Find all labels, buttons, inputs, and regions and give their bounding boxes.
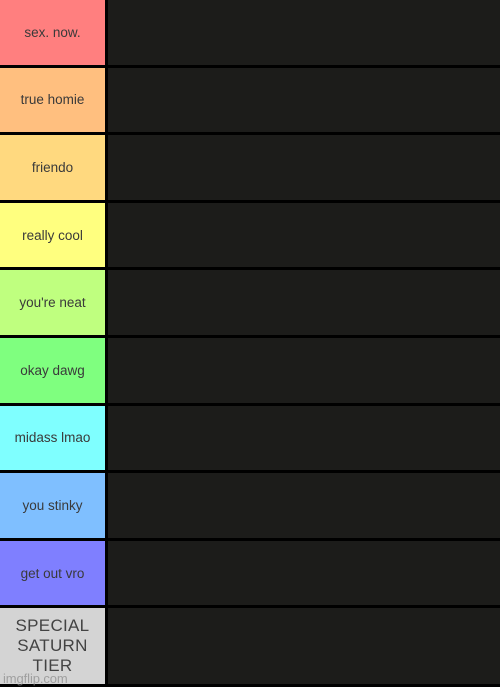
- tier-row: sex. now.: [0, 0, 500, 68]
- tier-label[interactable]: true homie: [0, 67, 108, 133]
- tier-row: get out vro: [0, 540, 500, 609]
- tier-list: sex. now. true homie friendo really cool you…: [0, 0, 500, 687]
- tier-dropzone[interactable]: [108, 540, 500, 606]
- tier-label[interactable]: sex. now.: [0, 0, 108, 65]
- tier-row: really cool: [0, 202, 500, 271]
- tier-label[interactable]: you stinky: [0, 473, 108, 538]
- tier-dropzone[interactable]: [108, 270, 500, 336]
- tier-dropzone[interactable]: [108, 473, 500, 538]
- tier-dropzone[interactable]: [108, 67, 500, 133]
- tier-row: you stinky: [0, 473, 500, 541]
- tier-dropzone[interactable]: [108, 608, 500, 685]
- tier-label[interactable]: get out vro: [0, 540, 108, 606]
- tier-row: okay dawg: [0, 338, 500, 406]
- tier-dropzone[interactable]: [108, 0, 500, 65]
- tier-dropzone[interactable]: [108, 338, 500, 403]
- tier-dropzone[interactable]: [108, 202, 500, 268]
- tier-label[interactable]: friendo: [0, 135, 108, 200]
- tier-dropzone[interactable]: [108, 135, 500, 200]
- tier-row: you're neat: [0, 270, 500, 339]
- tier-dropzone[interactable]: [108, 405, 500, 471]
- tier-row: friendo: [0, 135, 500, 203]
- tier-label[interactable]: midass lmao: [0, 405, 108, 471]
- tier-label[interactable]: okay dawg: [0, 338, 108, 403]
- tier-label[interactable]: you're neat: [0, 270, 108, 336]
- tier-row: SPECIAL SATURN TIER: [0, 608, 500, 687]
- tier-row: true homie: [0, 67, 500, 136]
- tier-row: midass lmao: [0, 405, 500, 474]
- tier-label[interactable]: really cool: [0, 202, 108, 268]
- tier-label[interactable]: SPECIAL SATURN TIER: [0, 608, 108, 685]
